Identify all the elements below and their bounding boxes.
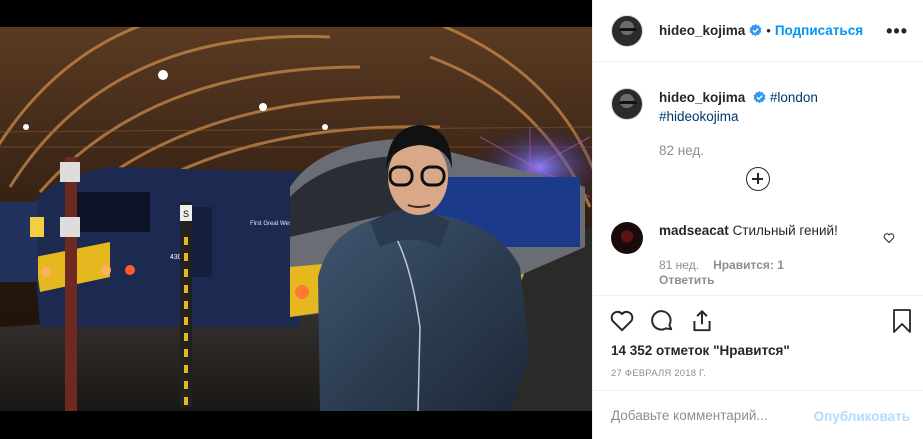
caption-text: hideo_kojima #london #hideokojima	[659, 88, 818, 126]
post-comment-button[interactable]: Опубликовать	[814, 409, 910, 424]
more-options-icon[interactable]: •••	[886, 22, 908, 40]
share-icon[interactable]	[689, 308, 715, 334]
verified-icon	[749, 24, 762, 37]
photo-scene: 430 4 First Great Western S	[0, 27, 592, 411]
post-date: 27 ФЕВРАЛЯ 2018 Г.	[611, 368, 707, 379]
comment-item: madseacat Стильный гений!	[611, 222, 911, 254]
comment-time: 81 нед.	[659, 258, 700, 272]
comment-icon[interactable]	[649, 308, 675, 334]
comment-likes[interactable]: Нравится: 1	[713, 258, 784, 272]
add-comment-icon[interactable]	[746, 167, 770, 191]
comment-like-icon[interactable]	[883, 232, 895, 244]
follow-button[interactable]: Подписаться	[775, 23, 863, 38]
likes-count[interactable]: 14 352 отметок "Нравится"	[611, 343, 790, 358]
author-avatar[interactable]	[611, 14, 643, 47]
instagram-post-modal: 430 4 First Great Western S hideo_kojima…	[0, 0, 923, 439]
comment-body: madseacat Стильный гений!	[659, 221, 838, 254]
bookmark-icon[interactable]	[890, 308, 914, 334]
header-separator: •	[766, 23, 771, 38]
commenter-username[interactable]: madseacat	[659, 223, 729, 238]
hashtag-hideokojima[interactable]: #hideokojima	[659, 109, 739, 124]
post-photo[interactable]: 430 4 First Great Western S	[0, 0, 592, 439]
post-caption: hideo_kojima #london #hideokojima	[611, 88, 911, 126]
comment-composer: Опубликовать	[593, 390, 923, 439]
post-header: hideo_kojima • Подписаться •••	[593, 0, 923, 62]
comment-meta: 81 нед. Нравится: 1	[659, 258, 784, 272]
post-sidebar: hideo_kojima • Подписаться ••• hideo_koj…	[592, 0, 923, 439]
comment-text: Стильный гений!	[732, 223, 838, 238]
author-username[interactable]: hideo_kojima	[659, 23, 745, 38]
heart-icon[interactable]	[609, 308, 635, 334]
platform-sign: S	[183, 209, 189, 219]
commenter-avatar[interactable]	[611, 222, 643, 254]
reply-button[interactable]: Ответить	[659, 273, 714, 287]
caption-avatar[interactable]	[611, 88, 643, 120]
action-bar	[593, 295, 923, 347]
verified-icon	[753, 91, 766, 104]
comment-input[interactable]	[611, 408, 801, 423]
caption-username[interactable]: hideo_kojima	[659, 90, 745, 105]
hashtag-london[interactable]: #london	[770, 90, 818, 105]
caption-time: 82 нед.	[659, 143, 705, 158]
